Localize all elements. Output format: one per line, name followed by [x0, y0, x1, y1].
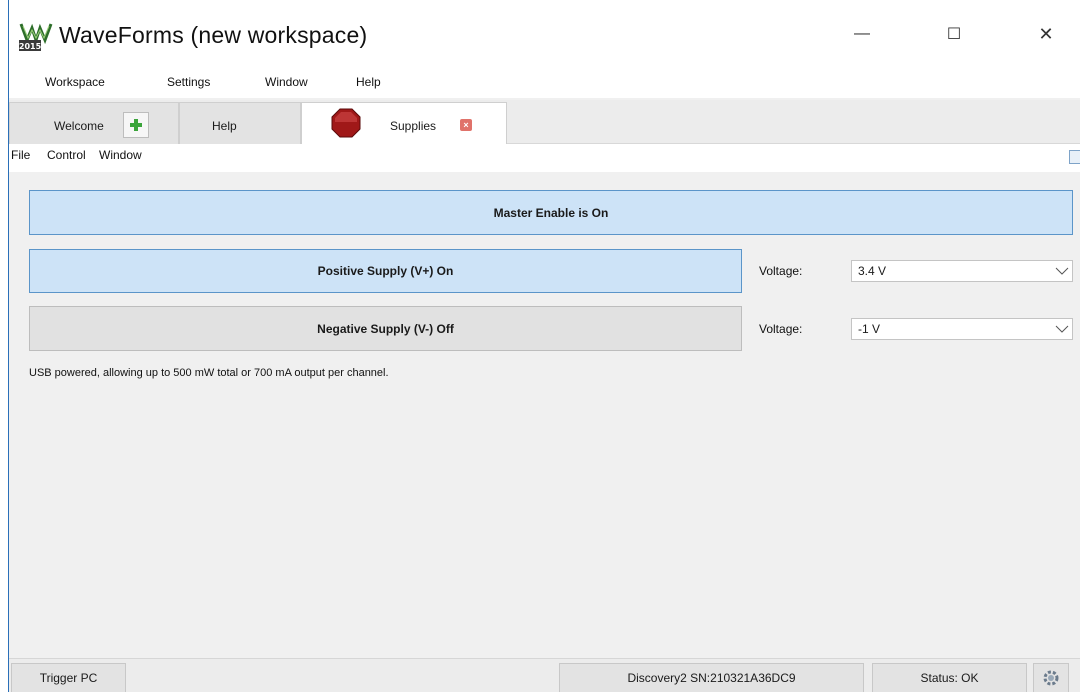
negative-voltage-value: -1 V [858, 322, 881, 336]
negative-supply-button[interactable]: Negative Supply (V-) Off [29, 306, 742, 351]
supplies-panel: Master Enable is On Positive Supply (V+)… [9, 172, 1080, 658]
positive-supply-button[interactable]: Positive Supply (V+) On [29, 249, 742, 293]
positive-voltage-select[interactable]: 3.4 V [851, 260, 1073, 282]
chevron-down-icon [1055, 267, 1069, 275]
svg-text:2015: 2015 [19, 42, 42, 51]
add-instrument-button[interactable] [123, 112, 149, 138]
tab-help[interactable]: Help [179, 102, 301, 144]
app-window: 2015 WaveForms (new workspace) — ☐ ✕ Wor… [8, 0, 1080, 692]
tab-welcome-label: Welcome [54, 119, 104, 133]
menu-settings[interactable]: Settings [167, 75, 210, 89]
menu-workspace[interactable]: Workspace [45, 75, 105, 89]
negative-voltage-select[interactable]: -1 V [851, 318, 1073, 340]
menu-bar: Workspace Settings Window Help [9, 70, 1080, 98]
positive-voltage-label: Voltage: [759, 264, 803, 278]
master-enable-button[interactable]: Master Enable is On [29, 190, 1073, 235]
maximize-button[interactable]: ☐ [931, 18, 977, 50]
stop-icon[interactable] [331, 108, 361, 138]
gear-icon [1043, 670, 1059, 686]
tab-welcome[interactable]: Welcome [9, 102, 179, 144]
instrument-menu-bar: File Control Window [9, 144, 1080, 172]
chevron-down-icon [1055, 325, 1069, 333]
positive-voltage-value: 3.4 V [858, 264, 887, 278]
tab-supplies-label: Supplies [390, 119, 437, 133]
usb-power-note: USB powered, allowing up to 500 mW total… [29, 367, 389, 379]
status-bar: Trigger PC Discovery2 SN:210321A36DC9 St… [9, 658, 1080, 692]
waveforms-logo-icon: 2015 [19, 23, 53, 51]
menu-control[interactable]: Control [47, 148, 86, 162]
title-bar: 2015 WaveForms (new workspace) — ☐ ✕ [9, 0, 1080, 70]
tab-bar: Welcome Help Supplies × [9, 100, 1080, 145]
dock-icon[interactable] [1069, 150, 1080, 164]
window-title: WaveForms (new workspace) [59, 22, 368, 48]
status-indicator: Status: OK [872, 663, 1027, 692]
tab-help-label: Help [212, 119, 237, 133]
menu-help[interactable]: Help [356, 75, 381, 89]
settings-button[interactable] [1033, 663, 1069, 692]
negative-voltage-label: Voltage: [759, 322, 803, 336]
tab-supplies[interactable]: Supplies × [301, 102, 507, 145]
menu-instrument-window[interactable]: Window [99, 148, 142, 162]
menu-window[interactable]: Window [265, 75, 308, 89]
device-selector[interactable]: Discovery2 SN:210321A36DC9 [559, 663, 864, 692]
menu-file[interactable]: File [11, 148, 30, 162]
close-icon[interactable]: × [460, 119, 472, 131]
close-window-button[interactable]: ✕ [1023, 18, 1069, 50]
minimize-button[interactable]: — [839, 18, 885, 50]
add-icon [130, 119, 142, 131]
trigger-pc-button[interactable]: Trigger PC [11, 663, 126, 692]
